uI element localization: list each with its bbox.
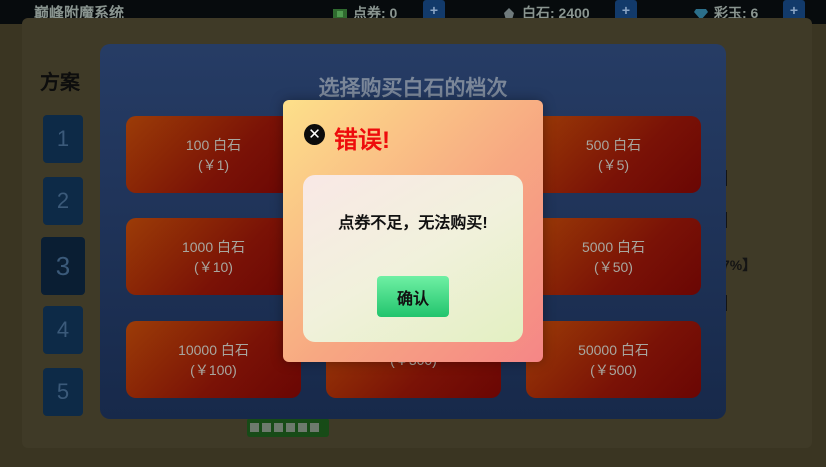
- tier-option[interactable]: 100 白石 (￥1): [126, 116, 301, 193]
- close-circle-icon: ✕: [304, 124, 325, 145]
- plan-button-3[interactable]: 3: [41, 237, 85, 295]
- tier-price: (￥1): [197, 156, 230, 173]
- plan-button-1[interactable]: 1: [43, 115, 83, 163]
- tier-option[interactable]: 50000 白石 (￥500): [526, 321, 701, 398]
- tier-amount: 10000 白石: [178, 341, 249, 358]
- tier-option[interactable]: 1000 白石 (￥10): [126, 218, 301, 295]
- tier-amount: 50000 白石: [578, 341, 649, 358]
- tier-amount: 1000 白石: [181, 238, 246, 255]
- tier-amount: 100 白石: [185, 136, 242, 153]
- error-message: 点券不足，无法购买!: [338, 215, 488, 232]
- tier-price: (￥100): [190, 361, 237, 378]
- green-slot-strip: [247, 418, 329, 437]
- confirm-button[interactable]: 确认: [377, 276, 449, 317]
- tier-option[interactable]: 5000 白石 (￥50): [526, 218, 701, 295]
- panel-title: 选择购买白石的档次: [318, 77, 508, 100]
- right-text-fragment: 7%】: [722, 257, 757, 273]
- plan-button-5[interactable]: 5: [43, 368, 83, 416]
- tier-price: (￥500): [590, 361, 637, 378]
- tier-amount: 5000 白石: [581, 238, 646, 255]
- dialog-title: 错误!: [334, 127, 390, 154]
- tier-price: (￥10): [194, 258, 233, 275]
- tier-option[interactable]: 10000 白石 (￥100): [126, 321, 301, 398]
- tier-price: (￥50): [594, 258, 633, 275]
- plan-button-4[interactable]: 4: [43, 306, 83, 354]
- tier-price: (￥5): [597, 156, 630, 173]
- error-dialog: ✕ 错误! 点券不足，无法购买! 确认: [283, 100, 543, 362]
- plan-heading: 方案: [40, 72, 80, 94]
- dialog-body: 点券不足，无法购买! 确认: [303, 175, 523, 342]
- tier-option[interactable]: 500 白石 (￥5): [526, 116, 701, 193]
- tier-amount: 500 白石: [585, 136, 642, 153]
- plan-button-2[interactable]: 2: [43, 177, 83, 225]
